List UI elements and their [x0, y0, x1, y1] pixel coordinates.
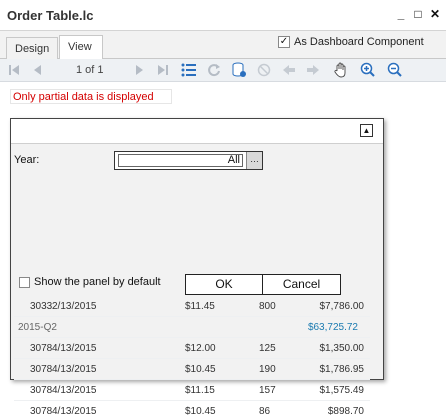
table-row: 3078 4/13/2015 $12.00 125 $1,350.00 [14, 338, 370, 359]
order-id: 3078 [30, 385, 53, 396]
page-info: 1 of 1 [76, 64, 104, 76]
previous-page-icon[interactable] [30, 62, 46, 78]
cancel-button[interactable]: Cancel [262, 274, 341, 295]
line-total: $1,575.49 [319, 385, 365, 396]
ok-button[interactable]: OK [185, 274, 263, 295]
table-row: 3078 4/13/2015 $10.45 86 $898.70 [14, 401, 370, 420]
show-panel-label: Show the panel by default [34, 276, 161, 288]
order-date: 2/13/2015 [52, 301, 97, 312]
order-date: 4/13/2015 [52, 364, 97, 375]
partial-data-notice: Only partial data is displayed [10, 89, 172, 104]
toolbar: 1 of 1 [0, 59, 446, 82]
dashboard-checkbox[interactable]: ✓ [278, 36, 290, 48]
order-id: 3078 [30, 364, 53, 375]
stop-icon[interactable] [256, 62, 272, 78]
back-arrow-icon[interactable] [281, 62, 297, 78]
maximize-icon[interactable]: □ [411, 7, 425, 21]
zoom-out-icon[interactable] [387, 62, 403, 78]
dashboard-label: As Dashboard Component [294, 36, 424, 48]
database-icon[interactable] [231, 62, 247, 78]
zoom-in-icon[interactable] [360, 62, 376, 78]
year-value[interactable]: All [118, 154, 243, 167]
panel-footer: Show the panel by default OK Cancel [19, 274, 349, 295]
list-icon[interactable] [181, 62, 197, 78]
order-id: 3078 [30, 406, 53, 417]
collapse-icon[interactable]: ▲ [360, 124, 373, 137]
title-bar: Order Table.lc _ □ ✕ [0, 0, 446, 31]
tab-design[interactable]: Design [6, 37, 58, 59]
next-page-icon[interactable] [131, 62, 147, 78]
pan-hand-icon[interactable] [333, 62, 349, 78]
refresh-icon[interactable] [206, 62, 222, 78]
first-page-icon[interactable] [6, 62, 22, 78]
quantity: 125 [259, 343, 276, 354]
dropdown-icon[interactable]: … [246, 152, 262, 169]
quantity: 157 [259, 385, 276, 396]
order-date: 4/13/2015 [52, 343, 97, 354]
show-panel-checkbox[interactable] [19, 276, 30, 288]
unit-price: $11.45 [185, 301, 215, 312]
last-page-icon[interactable] [155, 62, 171, 78]
dashboard-component-toggle[interactable]: ✓ As Dashboard Component [278, 36, 424, 48]
line-total: $898.70 [327, 406, 364, 417]
order-id: 3033 [30, 301, 53, 312]
close-icon[interactable]: ✕ [428, 7, 442, 21]
tab-bar: Design View ✓ As Dashboard Component [0, 31, 446, 60]
line-total: $1,786.95 [319, 364, 365, 375]
table-row: 3033 2/13/2015 $11.45 800 $7,786.00 [14, 296, 370, 317]
unit-price: $12.00 [185, 343, 216, 354]
report-area: Only partial data is displayed ▲ Year: A… [0, 82, 446, 420]
forward-arrow-icon[interactable] [305, 62, 321, 78]
group-total: $63,725.72 [307, 322, 358, 333]
unit-price: $11.15 [185, 385, 215, 396]
line-total: $7,786.00 [319, 301, 365, 312]
group-label: 2015-Q2 [18, 322, 57, 333]
year-select[interactable]: All … [114, 151, 263, 170]
unit-price: $10.45 [185, 364, 216, 375]
order-id: 3078 [30, 343, 53, 354]
quantity: 800 [259, 301, 276, 312]
panel-header: ▲ [11, 119, 383, 144]
tab-view[interactable]: View [59, 35, 103, 60]
order-table: 3033 2/13/2015 $11.45 800 $7,786.00 2015… [14, 296, 370, 420]
order-date: 4/13/2015 [52, 406, 97, 417]
order-date: 4/13/2015 [52, 385, 97, 396]
show-panel-default-toggle[interactable]: Show the panel by default [19, 276, 161, 288]
year-label: Year: [14, 154, 40, 166]
table-row: 3078 4/13/2015 $10.45 190 $1,786.95 [14, 359, 370, 380]
quantity: 190 [259, 364, 276, 375]
window-title: Order Table.lc [7, 8, 94, 23]
quantity: 86 [259, 406, 271, 417]
minimize-icon[interactable]: _ [394, 7, 408, 21]
line-total: $1,350.00 [319, 343, 365, 354]
table-row: 3078 4/13/2015 $11.15 157 $1,575.49 [14, 380, 370, 401]
unit-price: $10.45 [185, 406, 216, 417]
group-row: 2015-Q2 $63,725.72 [14, 317, 370, 338]
